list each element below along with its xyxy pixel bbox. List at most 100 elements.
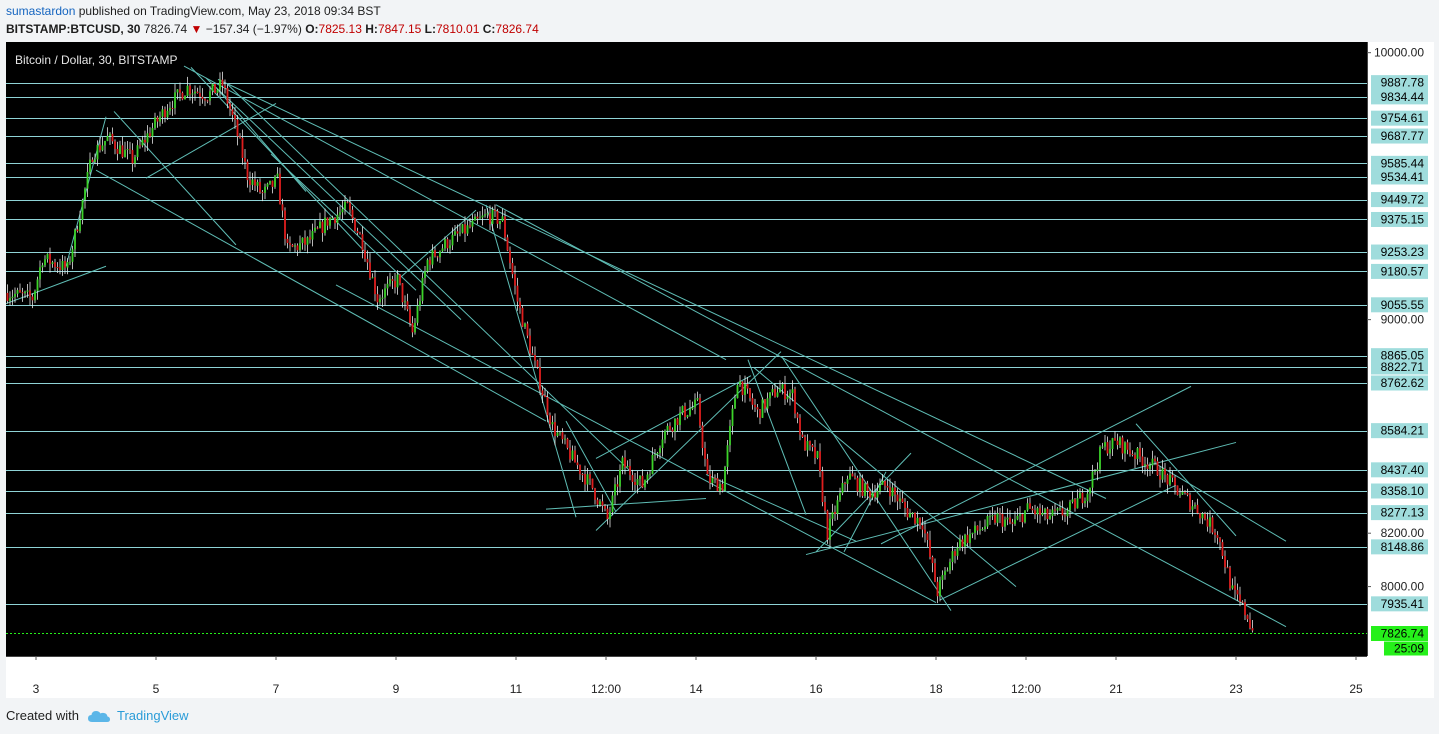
- candle-up: [449, 245, 451, 249]
- candle-down: [1081, 492, 1084, 504]
- candle-down: [309, 237, 311, 240]
- candle-down: [509, 250, 511, 263]
- candle-up: [1089, 487, 1091, 494]
- price-chart[interactable]: 10000.00 9000.00 8200.00 8000.00 3 5 7 9 11 12:0…: [6, 42, 1434, 698]
- candle-up: [1151, 458, 1154, 466]
- candle-up: [981, 529, 984, 531]
- candle-up: [39, 267, 41, 280]
- chart-container[interactable]: 10000.00 9000.00 8200.00 8000.00 3 5 7 9 11 12:0…: [6, 42, 1434, 698]
- candle-down: [801, 434, 804, 437]
- candle-up: [959, 539, 961, 548]
- x-tick-label: 5: [153, 682, 160, 696]
- candle-down: [604, 505, 606, 509]
- candle-down: [616, 484, 619, 487]
- candle-up: [651, 454, 654, 474]
- candle-up: [1136, 448, 1139, 459]
- symbol-label: BITSTAMP:BTCUSD, 30: [6, 22, 141, 36]
- candle-up: [419, 300, 421, 306]
- candle-down: [229, 103, 231, 110]
- candle-up: [846, 479, 849, 484]
- candle-up: [71, 249, 74, 262]
- candle-up: [1181, 491, 1184, 495]
- chart-title: Bitcoin / Dollar, 30, BITSTAMP: [15, 53, 178, 67]
- candle-down: [1196, 504, 1199, 514]
- candle-down: [179, 89, 181, 93]
- candle-up: [186, 85, 189, 96]
- candle-up: [209, 91, 211, 101]
- candle-up: [694, 399, 696, 408]
- price-level-label: 9180.57: [1381, 264, 1425, 278]
- candle-down: [794, 389, 796, 414]
- candle-up: [586, 474, 589, 485]
- candle-up: [1014, 519, 1016, 524]
- candle-up: [876, 491, 879, 498]
- x-tick-label: 25: [1349, 682, 1363, 696]
- candle-down: [1131, 454, 1134, 456]
- candle-down: [1126, 442, 1129, 450]
- candle-down: [759, 409, 761, 418]
- candle-up: [69, 261, 71, 263]
- price-level-label: 8822.71: [1381, 360, 1425, 374]
- candle-down: [1229, 567, 1231, 589]
- candle-up: [789, 393, 791, 397]
- candle-down: [366, 258, 369, 263]
- candle-down: [296, 245, 299, 251]
- candle-down: [869, 490, 871, 498]
- candle-down: [59, 267, 61, 270]
- candle-down: [171, 107, 174, 109]
- candle-up: [571, 450, 574, 460]
- candle-down: [1246, 615, 1249, 620]
- candle-down: [261, 192, 264, 194]
- candle-down: [804, 436, 806, 451]
- candle-down: [784, 384, 786, 400]
- candle-down: [399, 274, 401, 284]
- candle-up: [9, 298, 11, 301]
- candle-up: [944, 571, 946, 576]
- candle-down: [521, 307, 524, 327]
- candle-up: [1049, 515, 1051, 520]
- author-link[interactable]: sumastardon: [6, 4, 75, 18]
- candle-up: [481, 215, 484, 218]
- candle-up: [256, 181, 259, 186]
- candle-up: [1119, 437, 1121, 445]
- candle-down: [1156, 461, 1159, 476]
- candle-down: [354, 218, 356, 231]
- candle-down: [181, 92, 184, 100]
- candle-down: [334, 217, 336, 224]
- candle-down: [1046, 508, 1049, 520]
- candle-up: [1169, 474, 1171, 485]
- candle-down: [1001, 513, 1004, 527]
- candle-down: [889, 487, 891, 497]
- candle-up: [269, 180, 271, 184]
- tradingview-link[interactable]: TradingView: [117, 708, 189, 723]
- candle-down: [506, 237, 509, 251]
- candle-down: [401, 283, 404, 303]
- candle-up: [689, 408, 691, 416]
- candle-down: [1106, 442, 1109, 454]
- candle-up: [86, 171, 89, 189]
- candle-down: [919, 517, 921, 526]
- y-tick-label: 9000.00: [1381, 313, 1425, 327]
- candle-up: [501, 216, 504, 222]
- candle-up: [1071, 499, 1074, 502]
- candle-down: [116, 148, 119, 154]
- candle-up: [664, 430, 666, 440]
- candle-down: [1226, 567, 1229, 569]
- candle-up: [454, 231, 456, 235]
- candle-down: [369, 262, 371, 279]
- candle-up: [176, 89, 179, 93]
- x-tick-label: 3: [33, 682, 40, 696]
- candle-up: [839, 493, 841, 501]
- candle-up: [1051, 509, 1054, 516]
- candle-down: [236, 119, 239, 137]
- candle-up: [1019, 514, 1021, 516]
- candle-down: [716, 478, 719, 492]
- candle-down: [231, 109, 234, 115]
- candle-down: [246, 161, 249, 181]
- candle-down: [844, 483, 846, 485]
- created-with-text: Created with: [6, 708, 79, 723]
- candle-down: [291, 244, 294, 247]
- candle-down: [131, 150, 134, 164]
- candle-down: [1129, 449, 1131, 455]
- candle-up: [1149, 465, 1151, 469]
